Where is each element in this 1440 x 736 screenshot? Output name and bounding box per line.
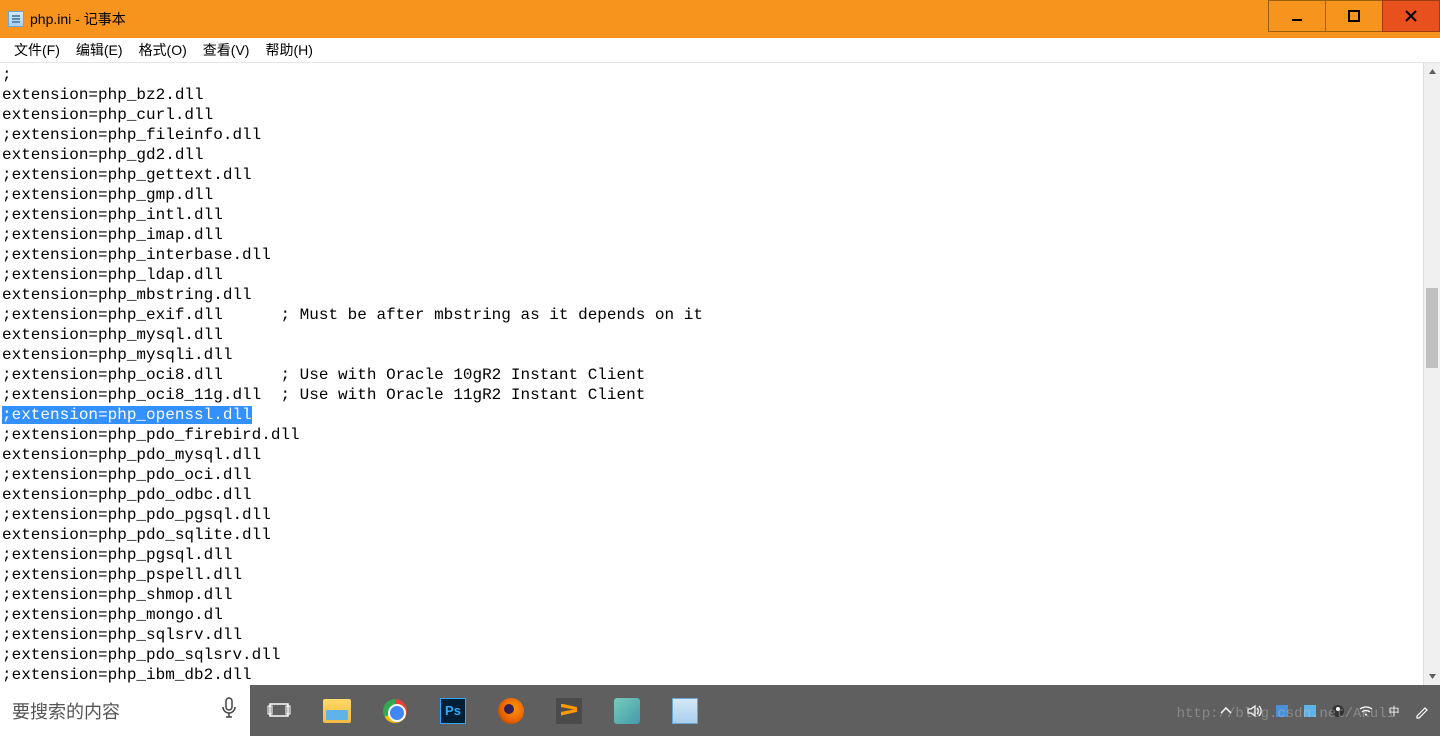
notepad-task-icon[interactable] <box>656 685 714 736</box>
editor-line: ;extension=php_pgsql.dll <box>2 545 1421 565</box>
editor-line: ;extension=php_interbase.dll <box>2 245 1421 265</box>
editor-line: ;extension=php_pspell.dll <box>2 565 1421 585</box>
editor-line: ;extension=php_sqlsrv.dll <box>2 625 1421 645</box>
title-bar[interactable]: php.ini - 记事本 <box>0 0 1440 38</box>
notepad-icon <box>8 11 24 27</box>
scroll-thumb[interactable] <box>1426 288 1438 368</box>
task-view-icon[interactable] <box>250 685 308 736</box>
editor-line: ;extension=php_oci8.dll ; Use with Oracl… <box>2 365 1421 385</box>
editor-area: ;extension=php_bz2.dllextension=php_curl… <box>0 63 1440 685</box>
sublime-icon[interactable] <box>540 685 598 736</box>
editor-line: ;extension=php_exif.dll ; Must be after … <box>2 305 1421 325</box>
close-button[interactable] <box>1382 0 1440 32</box>
taskbar-search[interactable]: 要搜索的内容 <box>0 685 250 736</box>
menu-view[interactable]: 查看(V) <box>195 38 258 62</box>
microphone-icon[interactable] <box>220 696 238 725</box>
editor-line: ;extension=php_oci8_11g.dll ; Use with O… <box>2 385 1421 405</box>
tray-app-icon-1[interactable] <box>1272 701 1292 721</box>
editor-line: extension=php_bz2.dll <box>2 85 1421 105</box>
editor-line: ; <box>2 65 1421 85</box>
editor-line: ;extension=php_shmop.dll <box>2 585 1421 605</box>
app-icon[interactable] <box>598 685 656 736</box>
scroll-down-arrow[interactable] <box>1424 668 1440 685</box>
editor-line: ;extension=php_intl.dll <box>2 205 1421 225</box>
photoshop-icon[interactable]: Ps <box>424 685 482 736</box>
editor-line: ;extension=php_pdo_sqlsrv.dll <box>2 645 1421 665</box>
editor-line: extension=php_mysqli.dll <box>2 345 1421 365</box>
minimize-button[interactable] <box>1268 0 1326 32</box>
menu-edit[interactable]: 编辑(E) <box>68 38 131 62</box>
editor-line: ;extension=php_openssl.dll <box>2 405 1421 425</box>
tray-app-icon-2[interactable] <box>1300 701 1320 721</box>
editor-line: extension=php_mysql.dll <box>2 325 1421 345</box>
menu-help[interactable]: 帮助(H) <box>257 38 320 62</box>
window-title: php.ini - 记事本 <box>30 9 126 29</box>
tray-up-icon[interactable] <box>1216 701 1236 721</box>
editor-line: ;extension=php_pdo_oci.dll <box>2 465 1421 485</box>
editor-line: ;extension=php_ldap.dll <box>2 265 1421 285</box>
editor-line: extension=php_curl.dll <box>2 105 1421 125</box>
editor-line: extension=php_pdo_sqlite.dll <box>2 525 1421 545</box>
editor-line: ;extension=php_pdo_firebird.dll <box>2 425 1421 445</box>
editor-line: ;extension=php_gettext.dll <box>2 165 1421 185</box>
menu-format[interactable]: 格式(O) <box>131 38 195 62</box>
editor-line: ;extension=php_ibm_db2.dll <box>2 665 1421 685</box>
maximize-button[interactable] <box>1325 0 1383 32</box>
wifi-icon[interactable] <box>1356 701 1376 721</box>
ime-icon[interactable]: 中 <box>1384 701 1404 721</box>
chrome-icon[interactable] <box>366 685 424 736</box>
editor-line: extension=php_gd2.dll <box>2 145 1421 165</box>
tray-app-icon-3[interactable] <box>1328 701 1348 721</box>
editor-line: extension=php_mbstring.dll <box>2 285 1421 305</box>
editor-line: ;extension=php_pdo_pgsql.dll <box>2 505 1421 525</box>
search-placeholder-text: 要搜索的内容 <box>12 698 120 724</box>
scroll-up-arrow[interactable] <box>1424 63 1440 80</box>
taskbar-icons: Ps <box>250 685 714 736</box>
selected-text: ;extension=php_openssl.dll <box>2 406 252 424</box>
editor-line: ;extension=php_mongo.dl <box>2 605 1421 625</box>
editor-line: ;extension=php_gmp.dll <box>2 185 1421 205</box>
pen-icon[interactable] <box>1412 701 1432 721</box>
menu-bar: 文件(F) 编辑(E) 格式(O) 查看(V) 帮助(H) <box>0 38 1440 63</box>
system-tray: 中 <box>1216 685 1440 736</box>
editor-line: extension=php_pdo_odbc.dll <box>2 485 1421 505</box>
text-editor[interactable]: ;extension=php_bz2.dllextension=php_curl… <box>0 63 1423 685</box>
menu-file[interactable]: 文件(F) <box>6 38 68 62</box>
firefox-icon[interactable] <box>482 685 540 736</box>
vertical-scrollbar[interactable] <box>1423 63 1440 685</box>
window-controls <box>1269 0 1440 38</box>
editor-line: ;extension=php_fileinfo.dll <box>2 125 1421 145</box>
file-explorer-icon[interactable] <box>308 685 366 736</box>
taskbar: 要搜索的内容 Ps 中 <box>0 685 1440 736</box>
editor-line: ;extension=php_imap.dll <box>2 225 1421 245</box>
svg-text:中: 中 <box>1389 705 1400 718</box>
volume-icon[interactable] <box>1244 701 1264 721</box>
editor-line: extension=php_pdo_mysql.dll <box>2 445 1421 465</box>
